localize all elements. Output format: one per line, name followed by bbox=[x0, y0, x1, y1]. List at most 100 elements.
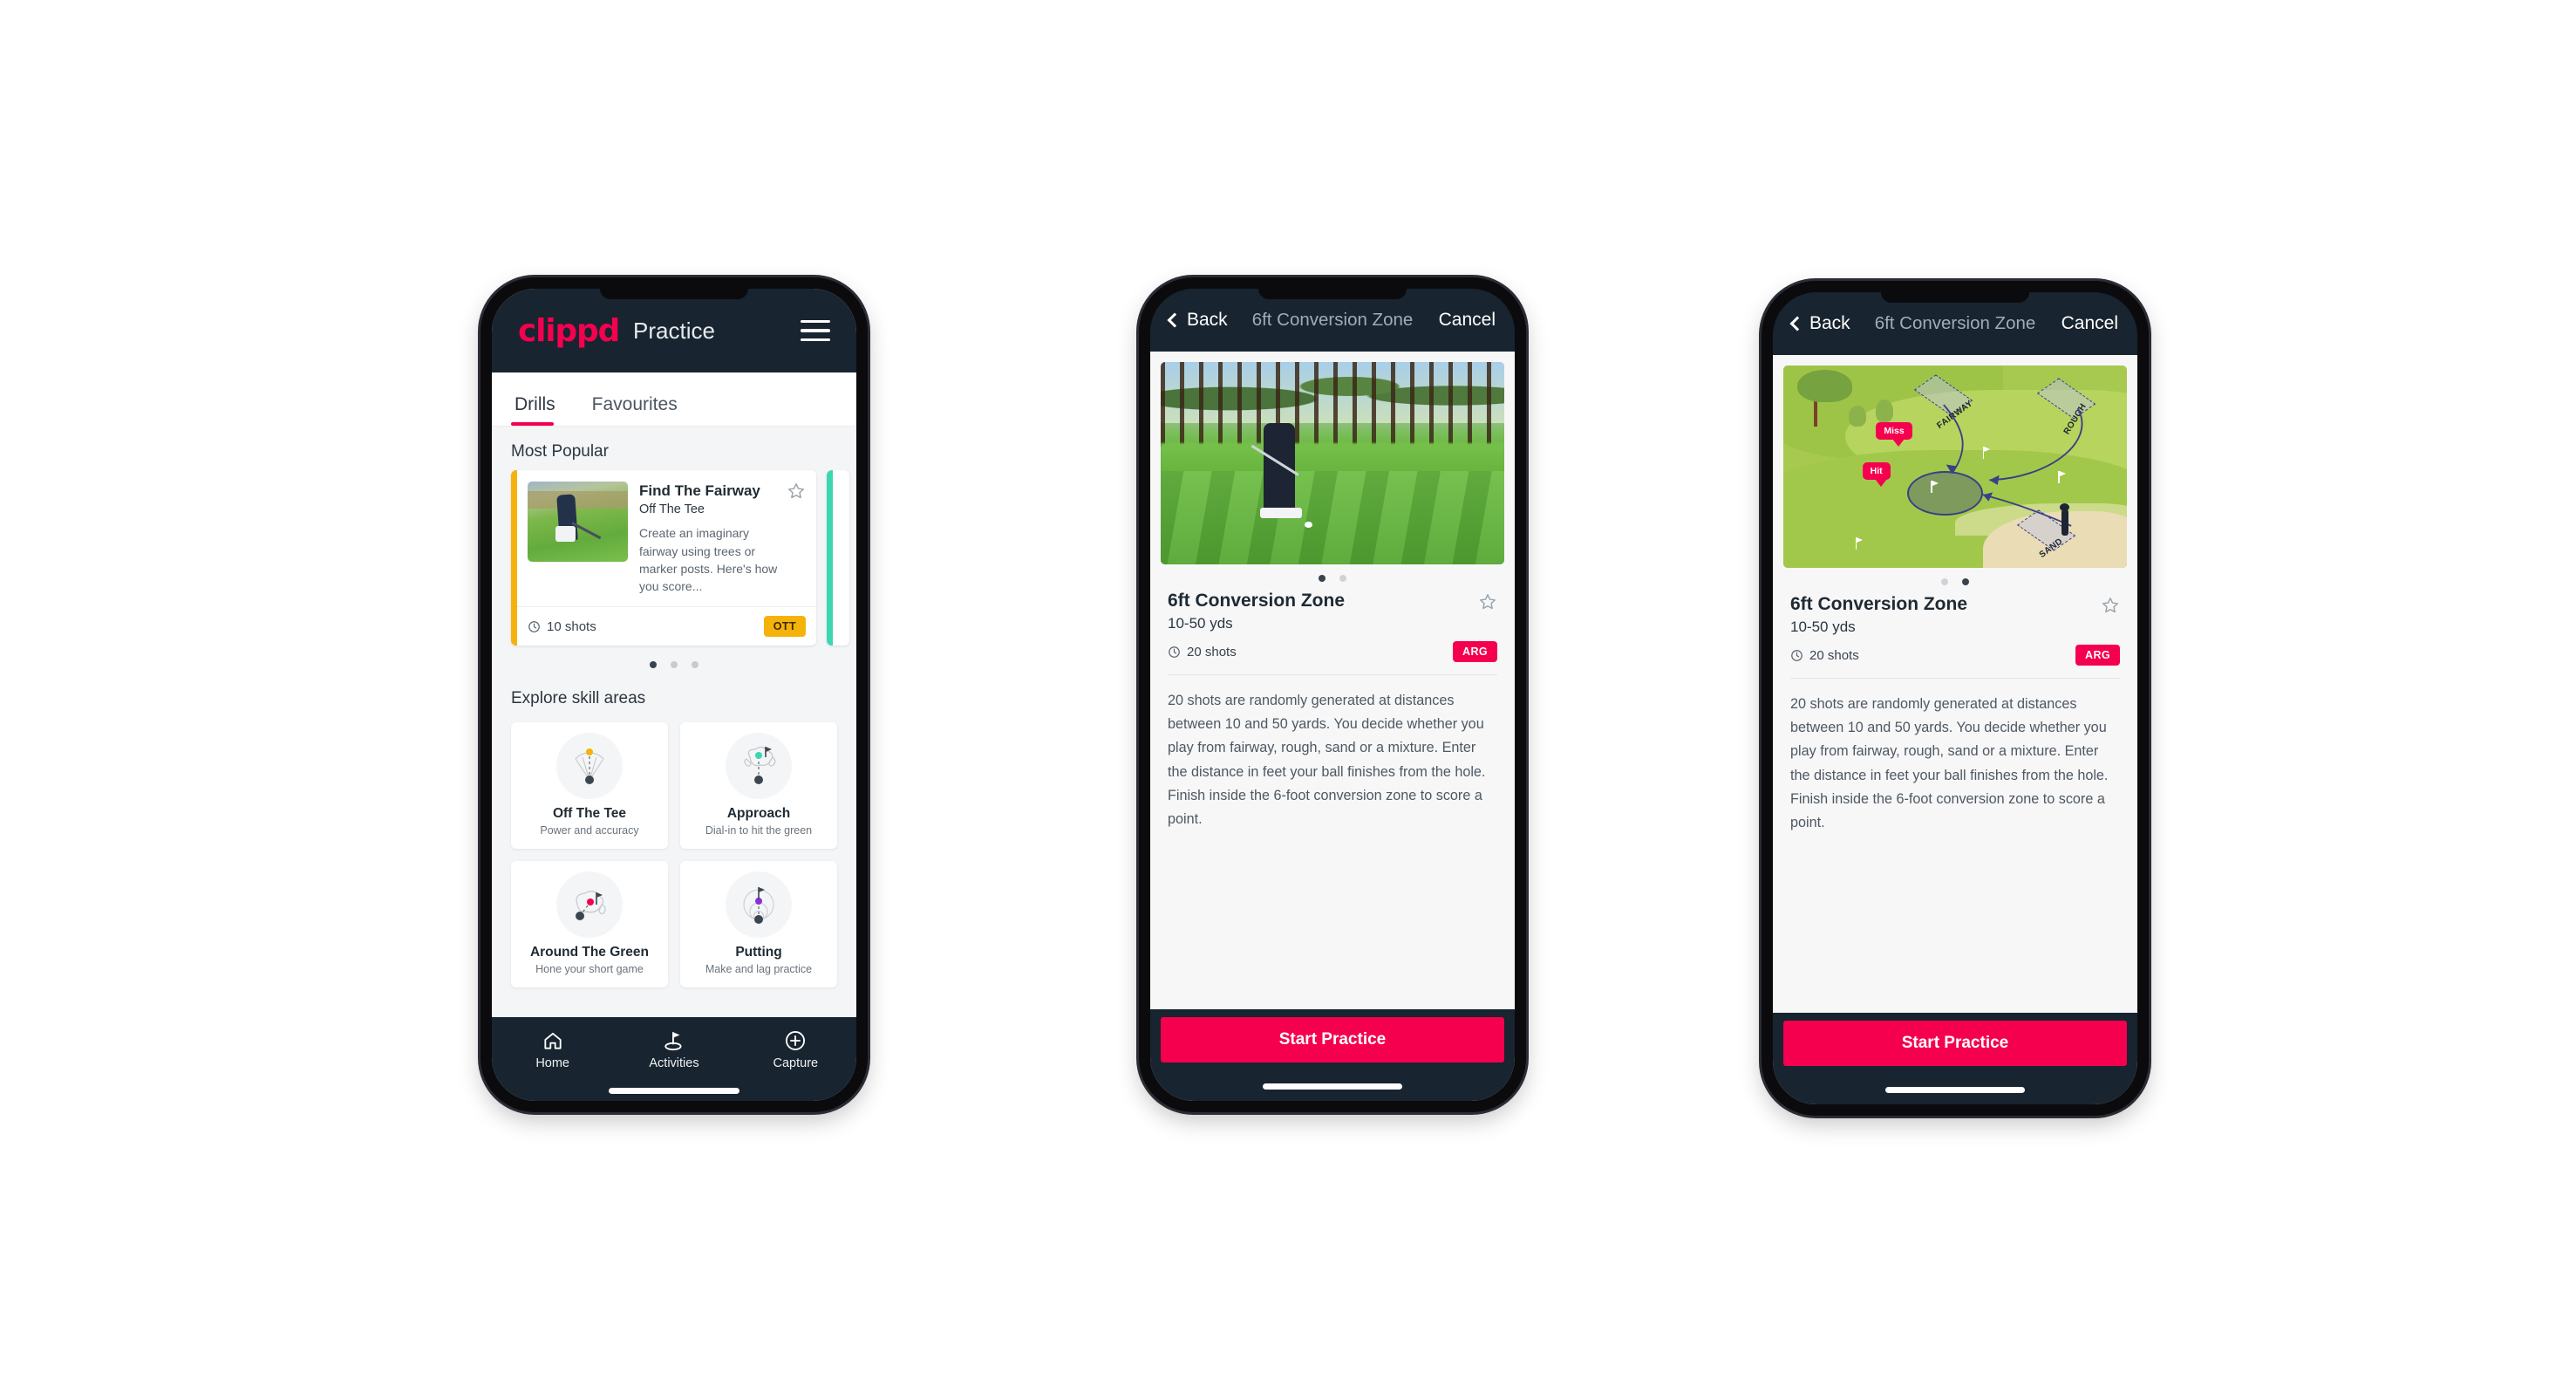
clock-icon bbox=[1791, 649, 1803, 661]
drill-thumbnail bbox=[528, 482, 628, 562]
drill-shots: 20 shots bbox=[1168, 645, 1237, 659]
clippd-logo[interactable]: clippd bbox=[518, 313, 620, 349]
drill-media-photo[interactable] bbox=[1161, 362, 1504, 564]
home-indicator bbox=[609, 1088, 739, 1094]
star-outline-icon[interactable] bbox=[787, 482, 806, 501]
drill-description: Create an imaginary fairway using trees … bbox=[639, 526, 778, 594]
flag-icon bbox=[2058, 470, 2066, 483]
home-indicator bbox=[1263, 1083, 1402, 1090]
skill-title: Around The Green bbox=[529, 945, 650, 960]
plus-circle-icon bbox=[786, 1031, 806, 1050]
drill-detail-sheet: FAIRWAY ROUGH SAND Miss Hit 6ft Conversi… bbox=[1773, 355, 2137, 1104]
skill-card-putting[interactable]: Putting Make and lag practice bbox=[680, 861, 837, 988]
nav-label-activities: Activities bbox=[649, 1056, 699, 1070]
hamburger-icon[interactable] bbox=[801, 319, 830, 342]
app-header: clippd Practice bbox=[492, 289, 856, 372]
practice-content: Most Popular Find The Fairway Off The Te… bbox=[492, 427, 856, 1017]
carousel-dot-2[interactable] bbox=[671, 661, 678, 669]
skill-subtitle: Hone your short game bbox=[535, 963, 644, 976]
screenshot-canvas: clippd Practice Drills Favourites Most P… bbox=[0, 0, 2576, 1387]
carousel-pagination[interactable] bbox=[492, 646, 856, 673]
drill-info: 6ft Conversion Zone 10-50 yds 20 shots A… bbox=[1773, 585, 2137, 666]
skill-card-around-the-green[interactable]: Around The Green Hone your short game bbox=[511, 861, 668, 988]
drill-skill-badge: OTT bbox=[763, 616, 806, 638]
phone-mockup-practice-list: clippd Practice Drills Favourites Most P… bbox=[480, 277, 868, 1112]
skill-title: Off The Tee bbox=[552, 806, 627, 822]
back-label: Back bbox=[1187, 310, 1228, 330]
drill-shots: 20 shots bbox=[1790, 648, 1859, 663]
clock-icon bbox=[1169, 646, 1180, 658]
tab-favourites[interactable]: Favourites bbox=[589, 394, 695, 426]
chevron-left-icon bbox=[1167, 312, 1182, 328]
nav-label-home: Home bbox=[535, 1056, 569, 1070]
drill-media-illustration[interactable]: FAIRWAY ROUGH SAND Miss Hit bbox=[1783, 366, 2127, 568]
drill-description: 20 shots are randomly generated at dista… bbox=[1168, 693, 1486, 828]
tab-bar: Drills Favourites bbox=[492, 372, 856, 427]
drill-info: 6ft Conversion Zone 10-50 yds 20 shots A… bbox=[1150, 582, 1515, 662]
drill-title: Find The Fairway bbox=[639, 482, 760, 499]
phone-mockup-drill-detail-illustration: Back 6ft Conversion Zone Cancel FAIRWAY … bbox=[1762, 281, 2149, 1116]
cancel-button[interactable]: Cancel bbox=[1439, 310, 1496, 331]
flag-icon bbox=[1931, 481, 1939, 494]
drill-carousel[interactable]: Find The Fairway Off The Tee Create an i… bbox=[492, 470, 856, 646]
skill-subtitle: Power and accuracy bbox=[540, 824, 639, 837]
start-practice-button[interactable]: Start Practice bbox=[1783, 1021, 2127, 1066]
nav-item-activities[interactable]: Activities bbox=[613, 1029, 734, 1070]
media-dot-1[interactable] bbox=[1941, 578, 1948, 585]
star-outline-icon[interactable] bbox=[1478, 592, 1497, 612]
back-button[interactable]: Back bbox=[1167, 310, 1228, 331]
carousel-dot-3[interactable] bbox=[692, 661, 699, 669]
shot-path-arrows bbox=[1943, 404, 2083, 527]
pin-label-hit: Hit bbox=[1862, 462, 1891, 488]
skill-card-approach[interactable]: Approach Dial-in to hit the green bbox=[680, 722, 837, 850]
drill-skill-badge: ARG bbox=[1453, 641, 1497, 662]
home-indicator bbox=[1885, 1087, 2025, 1093]
start-practice-button[interactable]: Start Practice bbox=[1161, 1017, 1504, 1062]
drill-distance: 10-50 yds bbox=[1168, 615, 1233, 632]
drill-card-find-the-fairway[interactable]: Find The Fairway Off The Tee Create an i… bbox=[511, 470, 816, 646]
approach-green-icon bbox=[726, 733, 792, 800]
flag-icon bbox=[1855, 537, 1864, 550]
carousel-dot-1[interactable] bbox=[650, 661, 657, 669]
drill-category: Off The Tee bbox=[639, 502, 705, 517]
section-explore-title: Explore skill areas bbox=[511, 689, 646, 708]
drill-skill-badge: ARG bbox=[2075, 645, 2120, 666]
section-most-popular-title: Most Popular bbox=[511, 442, 609, 461]
skill-areas-grid: Off The Tee Power and accuracy Approach … bbox=[492, 717, 856, 988]
phone-mockup-drill-detail-photo: Back 6ft Conversion Zone Cancel 6ft Conv… bbox=[1139, 277, 1526, 1112]
media-pagination[interactable] bbox=[1773, 568, 2137, 585]
pin-label-miss: Miss bbox=[1876, 421, 1912, 447]
drill-distance: 10-50 yds bbox=[1790, 618, 1856, 635]
device-notch bbox=[600, 289, 748, 299]
golf-flag-icon bbox=[664, 1032, 682, 1051]
skill-title: Approach bbox=[726, 806, 791, 822]
golfer-figure bbox=[2060, 502, 2070, 536]
flag-icon bbox=[1982, 446, 1991, 459]
nav-item-home[interactable]: Home bbox=[492, 1029, 613, 1070]
media-dot-2[interactable] bbox=[1339, 575, 1346, 582]
nav-label-capture: Capture bbox=[773, 1056, 819, 1070]
tab-drills[interactable]: Drills bbox=[511, 394, 573, 426]
media-pagination[interactable] bbox=[1150, 564, 1515, 582]
skill-card-off-the-tee[interactable]: Off The Tee Power and accuracy bbox=[511, 722, 668, 850]
drill-detail-sheet: 6ft Conversion Zone 10-50 yds 20 shots A… bbox=[1150, 352, 1515, 1101]
nav-item-capture[interactable]: Capture bbox=[735, 1029, 856, 1070]
media-dot-2[interactable] bbox=[1962, 578, 1969, 585]
drill-title: 6ft Conversion Zone bbox=[1790, 594, 1968, 614]
drill-shots-label: 20 shots bbox=[1187, 644, 1237, 659]
device-notch bbox=[1881, 292, 2029, 303]
back-button[interactable]: Back bbox=[1789, 313, 1850, 334]
drill-shots-label: 10 shots bbox=[547, 618, 596, 634]
chevron-left-icon bbox=[1789, 316, 1805, 331]
tee-fan-icon bbox=[556, 733, 623, 800]
putting-rings-icon bbox=[726, 871, 792, 939]
skill-subtitle: Make and lag practice bbox=[705, 963, 813, 976]
around-green-icon bbox=[556, 871, 623, 939]
media-dot-1[interactable] bbox=[1319, 575, 1325, 582]
drill-shots-label: 20 shots bbox=[1809, 647, 1859, 663]
home-icon bbox=[544, 1032, 562, 1049]
back-label: Back bbox=[1809, 313, 1850, 333]
cancel-button[interactable]: Cancel bbox=[2061, 313, 2118, 334]
drill-card-next-peek[interactable] bbox=[827, 470, 849, 646]
star-outline-icon[interactable] bbox=[2101, 596, 2120, 615]
